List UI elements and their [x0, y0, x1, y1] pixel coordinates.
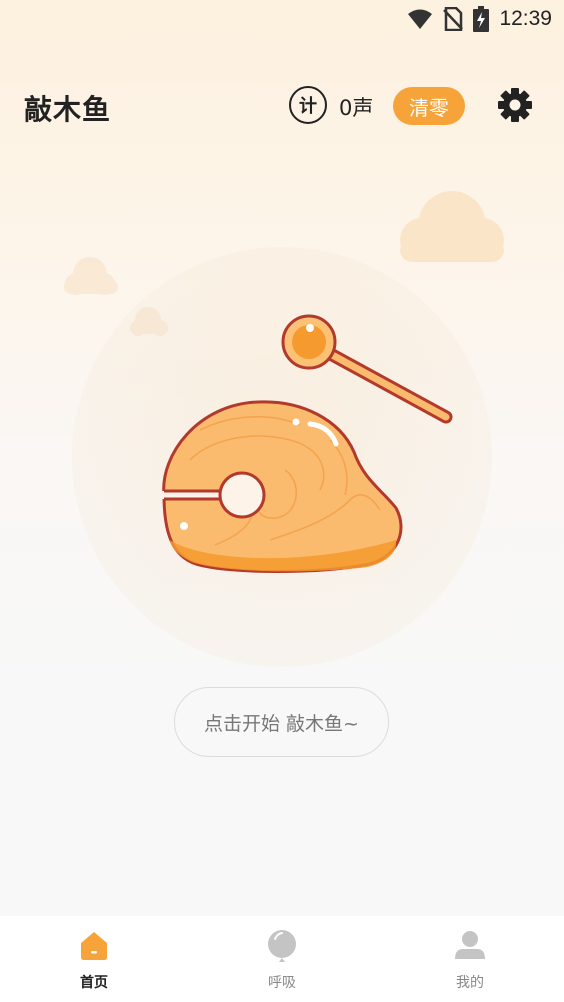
status-bar: 12:39	[0, 0, 564, 40]
app-title: 敲木鱼	[24, 93, 112, 126]
status-time: 12:39	[499, 7, 552, 30]
tab-label: 我的	[456, 975, 484, 991]
wooden-fish-stage[interactable]	[0, 150, 564, 670]
tab-breathe[interactable]: 呼吸	[188, 916, 376, 1002]
bottom-tab-bar: 首页 呼吸 我的	[0, 916, 564, 1002]
counter-icon[interactable]: 计	[289, 86, 327, 124]
wifi-icon	[408, 9, 433, 29]
tab-profile[interactable]: 我的	[376, 916, 564, 1002]
home-icon	[81, 932, 107, 960]
start-hint-button[interactable]: 点击开始 敲木鱼~	[174, 687, 389, 757]
tab-home[interactable]: 首页	[0, 916, 188, 1002]
battery-charging-icon	[473, 6, 490, 32]
cloud-right	[400, 191, 504, 262]
cloud-left	[64, 257, 118, 295]
no-sim-icon	[443, 7, 464, 31]
header: 敲木鱼 计 0声 清零	[0, 70, 564, 145]
gear-icon[interactable]	[496, 86, 534, 124]
tab-label: 首页	[80, 975, 108, 991]
reset-button[interactable]: 清零	[393, 87, 465, 125]
balloon-icon	[268, 930, 296, 962]
tab-label: 呼吸	[268, 975, 296, 991]
tap-count: 0声	[339, 96, 374, 120]
person-icon	[455, 931, 485, 959]
